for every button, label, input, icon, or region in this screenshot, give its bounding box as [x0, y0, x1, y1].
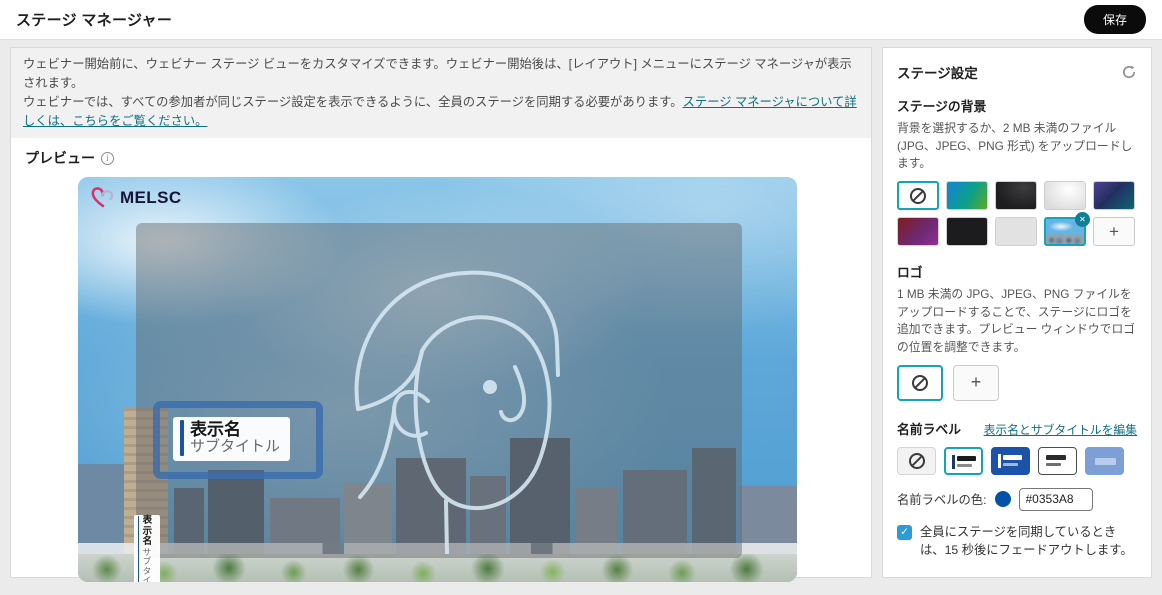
none-icon	[912, 374, 928, 391]
color-value-input[interactable]	[1018, 487, 1093, 511]
fade-out-label: 全員にステージを同期しているときは、15 秒後にフェードアウトします。	[920, 524, 1133, 558]
background-thumbnail-purple-teal[interactable]	[1093, 181, 1135, 211]
subtitle-text: サブタイトル	[190, 438, 281, 456]
name-label-style-translucent[interactable]	[1085, 446, 1124, 475]
display-name-text: 表示名	[190, 420, 241, 440]
background-thumbnail-red-purple[interactable]	[897, 217, 939, 247]
none-icon	[910, 187, 926, 204]
background-thumbnail-city-selected[interactable]: ✕	[1044, 212, 1090, 247]
name-label-drag-frame[interactable]: 表示名 サブタイトル	[153, 401, 323, 480]
edit-display-name-link[interactable]: 表示名とサブタイトルを編集	[984, 421, 1137, 438]
banner-line1: ウェビナー開始前に、ウェビナー ステージ ビューをカスタマイズできます。ウェビナ…	[23, 57, 852, 91]
fade-out-checkbox[interactable]: ✓	[897, 524, 912, 540]
info-icon[interactable]: i	[101, 151, 114, 165]
subtitle-text: サブタイトル	[142, 547, 152, 583]
name-label-styles	[897, 446, 1137, 475]
name-label-style-none[interactable]	[897, 446, 936, 475]
display-name-text: 表示名	[142, 515, 153, 548]
brand-logo: MELSC	[90, 186, 182, 210]
upload-background-button[interactable]: +	[1093, 217, 1135, 247]
face-illustration	[354, 270, 560, 555]
page-title: ステージ マネージャー	[16, 12, 173, 29]
background-thumbnail-gray[interactable]	[995, 217, 1037, 247]
name-label-accent-bar	[180, 420, 184, 456]
brand-text: MELSC	[120, 188, 182, 208]
banner-line2: ウェビナーでは、すべての参加者が同じステージ設定を表示できるように、全員のステー…	[23, 95, 857, 129]
color-label: 名前ラベルの色:	[897, 493, 987, 508]
logo-none-option[interactable]	[897, 364, 943, 401]
main-panel: ウェビナー開始前に、ウェビナー ステージ ビューをカスタマイズできます。ウェビナ…	[10, 47, 872, 583]
name-label-style-white-selected[interactable]	[944, 446, 983, 475]
page-header: ステージ マネージャー 保存	[0, 0, 1162, 40]
preview-title: プレビュー	[25, 150, 95, 167]
name-label-style-blue[interactable]	[991, 446, 1030, 475]
background-thumbnail-dark-wave[interactable]	[995, 181, 1037, 211]
none-icon	[908, 452, 925, 469]
stage-settings-panel: ステージ設定 ステージの背景 背景を選択するか、2 MB 未満のファイル (JP…	[882, 47, 1152, 578]
logo-section-desc: 1 MB 未満の JPG、JPEG、PNG ファイルをアップロードすることで、ス…	[897, 287, 1136, 355]
logo-section-title: ロゴ	[897, 265, 923, 281]
background-thumbnail-gradient-teal-green[interactable]	[946, 181, 988, 211]
background-section-desc: 背景を選択するか、2 MB 未満のファイル (JPG、JPEG、PNG 形式) …	[897, 121, 1133, 171]
logo-options: +	[897, 364, 1137, 401]
background-thumbnails: ✕ +	[897, 181, 1139, 247]
color-swatch[interactable]	[994, 491, 1011, 508]
name-label-color-row: 名前ラベルの色:	[897, 487, 1137, 511]
remove-background-icon[interactable]: ✕	[1075, 212, 1090, 228]
name-label-section-title: 名前ラベル	[897, 421, 961, 437]
background-thumbnail-black[interactable]	[946, 217, 988, 247]
fade-out-setting: ✓ 全員にステージを同期しているときは、15 秒後にフェードアウトします。	[897, 523, 1137, 560]
background-none-option[interactable]	[897, 181, 939, 211]
upload-logo-button[interactable]: +	[953, 364, 999, 401]
background-section-title: ステージの背景	[897, 99, 987, 114]
heart-logo-icon	[91, 187, 114, 208]
sidebar-title: ステージ設定	[897, 66, 978, 81]
background-thumbnail-light-wave[interactable]	[1044, 181, 1086, 211]
info-banner: ウェビナー開始前に、ウェビナー ステージ ビューをカスタマイズできます。ウェビナ…	[11, 48, 871, 139]
skyline-trees	[78, 554, 797, 583]
name-label-style-outline[interactable]	[1038, 446, 1077, 475]
preview-label-row: プレビュー i	[11, 138, 871, 168]
stage-preview[interactable]: MELSC 表示名 サブタイトル 表示名 サブタイト	[78, 177, 797, 583]
refresh-icon[interactable]	[1121, 64, 1137, 80]
save-button[interactable]: 保存	[1083, 5, 1146, 34]
content-area: ウェビナー開始前に、ウェビナー ステージ ビューをカスタマイズできます。ウェビナ…	[0, 40, 1162, 583]
name-label-card[interactable]: 表示名 サブタイトル	[173, 417, 291, 461]
name-label-accent-bar	[138, 516, 139, 583]
